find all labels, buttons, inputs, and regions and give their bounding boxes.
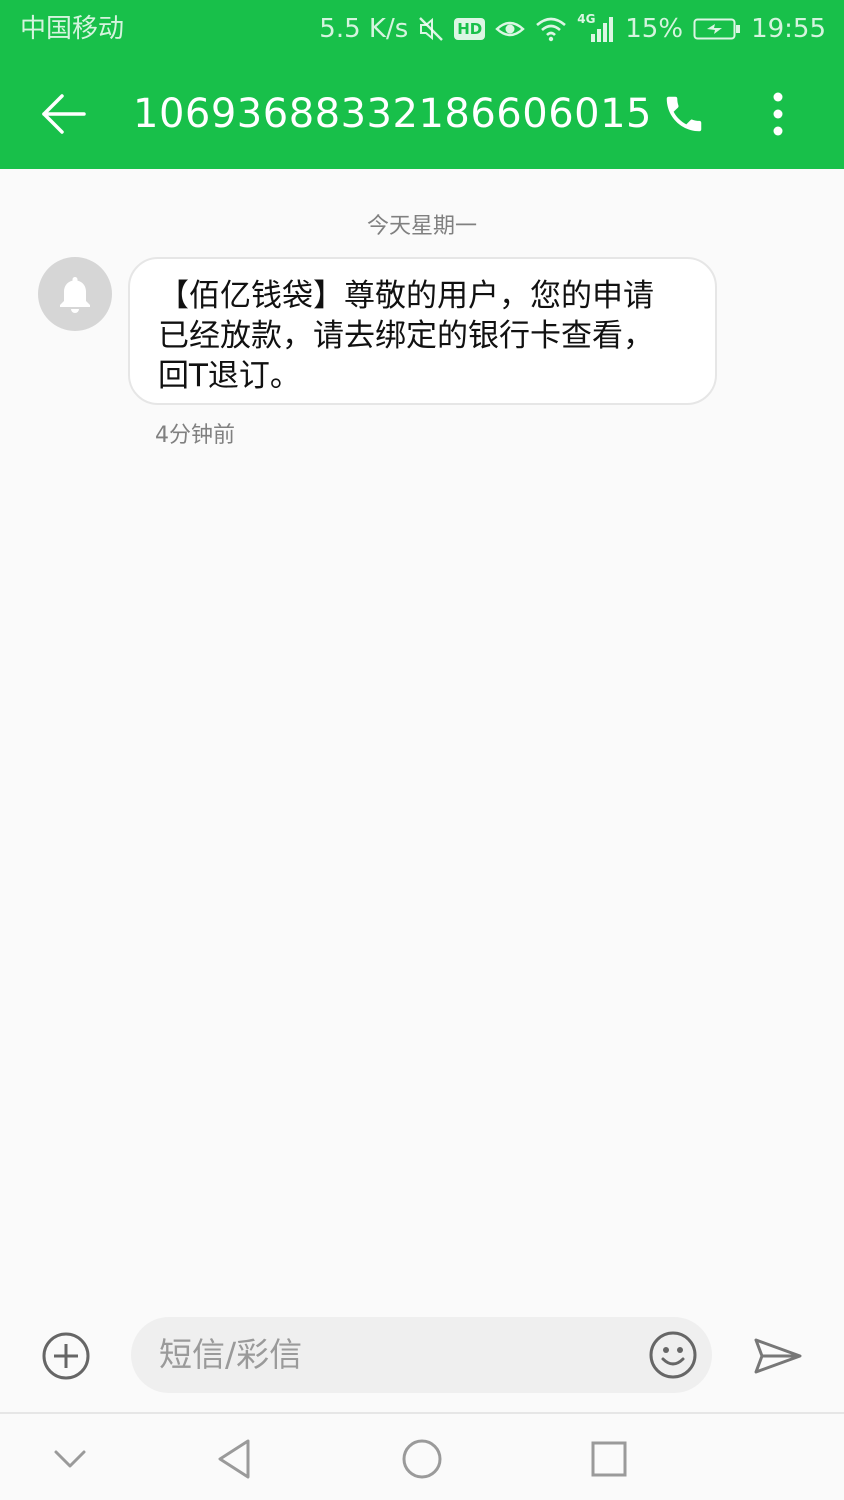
message-input-placeholder: 短信/彩信 [159, 1335, 303, 1374]
net-speed: 5.5 K/s [319, 14, 409, 44]
battery-charging-icon [693, 17, 741, 41]
composer-bar: 短信/彩信 [0, 1312, 844, 1412]
app-bar: 10693688332186606015 [0, 58, 844, 169]
more-vert-icon [773, 92, 783, 136]
status-icons: 5.5 K/s HD 4G 15% 19:55 [319, 12, 826, 46]
emoji-icon [649, 1331, 697, 1379]
phone-icon [666, 96, 702, 132]
send-icon [754, 1338, 802, 1374]
message-line: 【佰亿钱袋】尊敬的用户，您的申请 [158, 278, 654, 314]
chevron-down-icon [54, 1450, 86, 1468]
message-bubble[interactable]: 【佰亿钱袋】尊敬的用户，您的申请 已经放款，请去绑定的银行卡查看， 回T退订。 [128, 257, 717, 405]
nav-home-button[interactable] [397, 1434, 447, 1484]
hd-icon: HD [454, 18, 486, 40]
back-button[interactable] [34, 86, 94, 142]
bell-icon [60, 277, 90, 313]
wifi-icon [535, 16, 567, 42]
nav-recents-icon [591, 1441, 627, 1477]
nav-recents-button[interactable] [584, 1434, 634, 1484]
message-line: 回T退订。 [158, 358, 301, 394]
battery-percent: 15% [625, 14, 684, 44]
message-timestamp: 4分钟前 [155, 423, 235, 448]
add-attachment-button[interactable] [40, 1330, 92, 1382]
nav-back-icon [218, 1439, 250, 1479]
mute-icon [418, 16, 444, 42]
call-button[interactable] [656, 86, 712, 142]
top-bar: 中国移动 5.5 K/s HD 4G 15% 19:55 10693688332… [0, 0, 844, 169]
status-bar: 中国移动 5.5 K/s HD 4G 15% 19:55 [0, 0, 844, 58]
nav-back-button[interactable] [209, 1434, 259, 1484]
message-line: 已经放款，请去绑定的银行卡查看， [158, 318, 654, 354]
eye-icon [495, 17, 526, 41]
date-separator: 今天星期一 [366, 214, 477, 239]
message-input[interactable]: 短信/彩信 [131, 1317, 712, 1393]
clock: 19:55 [751, 14, 826, 44]
more-options-button[interactable] [752, 84, 804, 144]
add-circle-icon [42, 1332, 90, 1380]
sender-avatar[interactable] [38, 257, 112, 331]
system-nav-bar [0, 1412, 844, 1500]
signal-icon: 4G [577, 12, 615, 44]
back-arrow-icon [42, 94, 86, 134]
hide-nav-button[interactable] [45, 1434, 95, 1484]
nav-home-icon [402, 1439, 442, 1479]
carrier-label: 中国移动 [20, 14, 125, 44]
conversation-title: 10693688332186606015 [133, 91, 652, 137]
send-button[interactable] [750, 1330, 806, 1382]
emoji-button[interactable] [646, 1328, 700, 1382]
